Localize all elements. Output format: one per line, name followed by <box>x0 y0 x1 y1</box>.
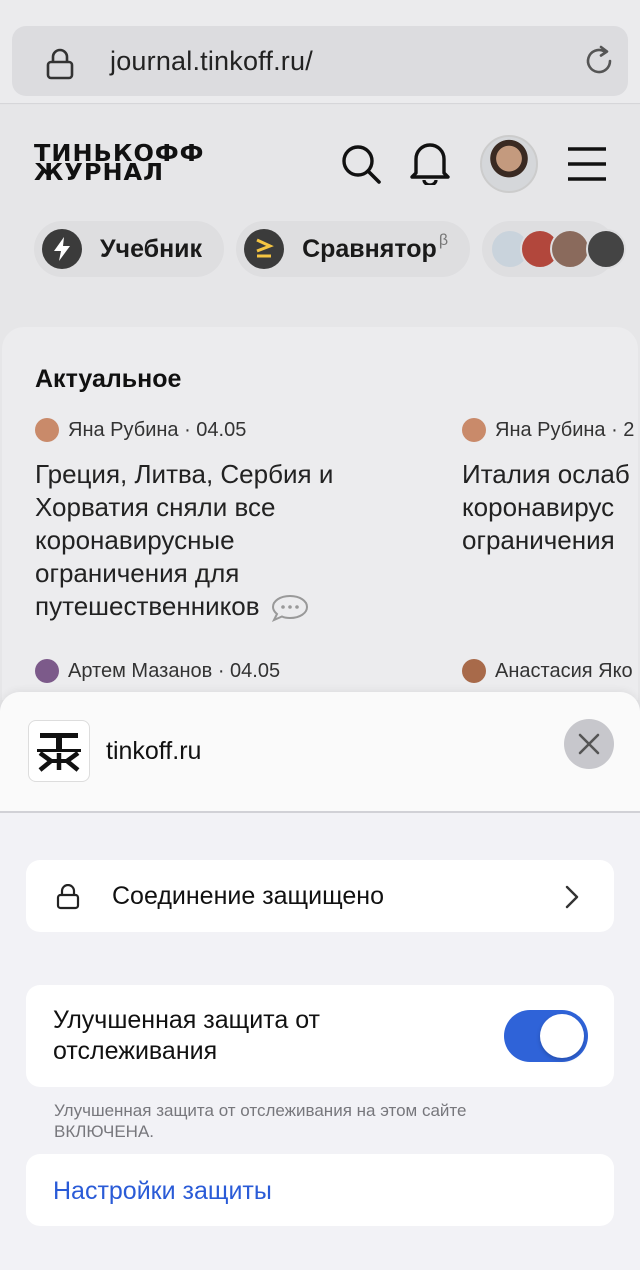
feed-card: Актуальное Яна Рубина · 04.05 Греция, Ли… <box>2 327 638 700</box>
author-avatar <box>462 418 486 442</box>
article-title-text: Италия ослаб коронавирус ограничения <box>462 459 630 555</box>
site-logo[interactable]: ТИНЬКОФФ ЖУРНАЛ <box>34 142 204 184</box>
avatar <box>586 229 627 269</box>
article-meta: Анастасия Яко <box>462 659 633 683</box>
author-name[interactable]: Яна Рубина <box>495 419 606 442</box>
site-favicon <box>28 720 90 782</box>
author-name[interactable]: Анастасия Яко <box>495 660 633 683</box>
close-button[interactable] <box>564 719 614 769</box>
site-info-sheet: tinkoff.ru Соединение защищено Улучшенна… <box>0 692 640 1270</box>
article-title[interactable]: Италия ослаб коронавирус ограничения <box>462 458 640 558</box>
protection-settings-row[interactable]: Настройки защиты <box>26 1154 614 1226</box>
toggle-knob <box>540 1014 584 1058</box>
url-text: journal.tinkoff.ru/ <box>110 46 313 76</box>
author-avatar <box>35 418 59 442</box>
tracking-protection-row: Улучшенная защита от отслеживания <box>26 985 614 1087</box>
chip-label: Учебник <box>100 234 203 263</box>
chip-authors[interactable] <box>482 221 627 277</box>
category-chips: Учебник Сравнятор β <box>34 221 627 277</box>
beta-mark: β <box>438 232 449 249</box>
sheet-header: tinkoff.ru <box>0 692 640 813</box>
chip-uchebnik[interactable]: Учебник <box>34 221 225 277</box>
reload-icon[interactable] <box>582 44 616 78</box>
menu-icon[interactable] <box>566 145 608 183</box>
author-avatar <box>35 659 59 683</box>
lock-icon <box>56 884 80 910</box>
author-name[interactable]: Яна Рубина <box>68 419 179 442</box>
article-meta: Яна Рубина · 04.05 <box>35 418 246 442</box>
address-bar[interactable]: journal.tinkoff.ru/ <box>12 26 628 96</box>
web-page: ТИНЬКОФФ ЖУРНАЛ Учебник Сравнятор β Акту… <box>0 105 640 700</box>
article-date: · 04.05 <box>184 418 247 441</box>
article-meta: Яна Рубина · 2 <box>462 418 634 442</box>
connection-label: Соединение защищено <box>112 882 384 910</box>
article-title[interactable]: Греция, Литва, Сербия и Хорватия сняли в… <box>35 458 365 623</box>
site-name: tinkoff.ru <box>106 737 202 765</box>
author-name[interactable]: Артем Мазанов <box>68 660 212 683</box>
avatar <box>550 229 591 269</box>
compare-icon <box>244 229 285 269</box>
lightning-icon <box>42 229 82 269</box>
tracking-protection-toggle[interactable] <box>504 1010 588 1062</box>
tracking-note: Улучшенная защита от отслеживания на это… <box>54 1101 467 1141</box>
comment-icon[interactable] <box>270 593 310 623</box>
article-meta: Артем Мазанов · 04.05 <box>35 659 280 683</box>
chevron-right-icon <box>565 885 579 909</box>
browser-toolbar: journal.tinkoff.ru/ <box>0 0 640 104</box>
chip-label: Сравнятор <box>302 234 437 263</box>
chip-sravnyator[interactable]: Сравнятор β <box>236 221 471 277</box>
bell-icon[interactable] <box>408 139 452 185</box>
article-date: · 2 <box>611 418 635 441</box>
connection-secure-row[interactable]: Соединение защищено <box>26 860 614 932</box>
tracking-label: Улучшенная защита от отслеживания <box>53 1006 321 1065</box>
lock-icon <box>46 48 74 80</box>
close-icon <box>578 733 600 755</box>
avatar[interactable] <box>480 135 538 193</box>
tj-logo-icon <box>37 733 81 772</box>
section-title: Актуальное <box>35 365 182 393</box>
article-date: · 04.05 <box>217 659 281 682</box>
author-avatar <box>462 659 486 683</box>
protection-settings-link[interactable]: Настройки защиты <box>53 1177 272 1206</box>
search-icon[interactable] <box>340 143 382 185</box>
